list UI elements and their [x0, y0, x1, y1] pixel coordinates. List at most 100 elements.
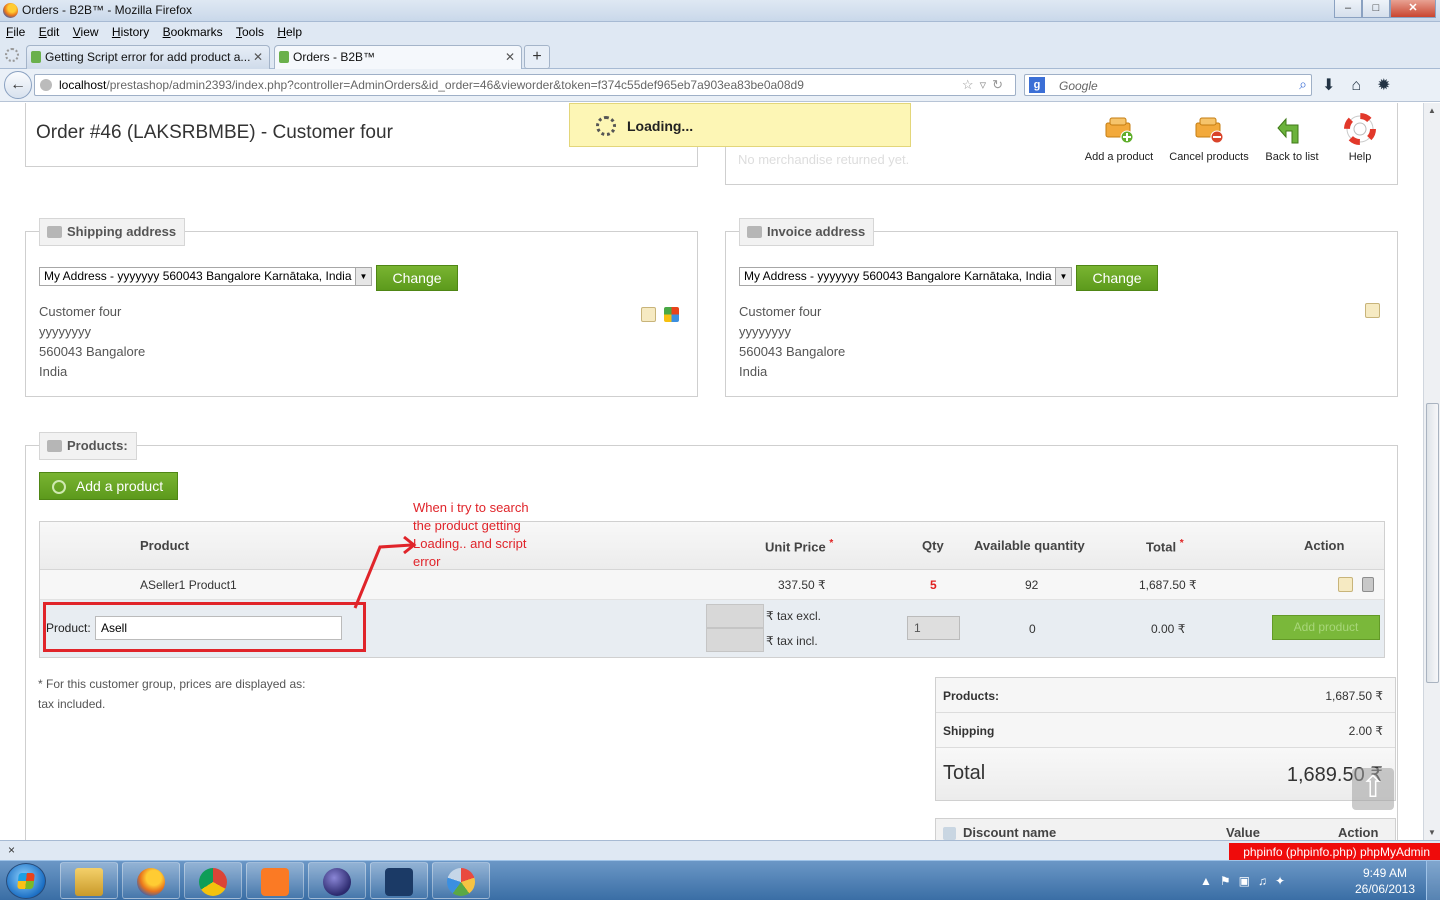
system-tray: ▲⚑▣♫✦	[1200, 874, 1293, 888]
taskbar-clock[interactable]: 9:49 AM 26/06/2013	[1346, 865, 1424, 897]
totals-products-label: Products:	[943, 689, 1000, 703]
help-button[interactable]: Help	[1320, 113, 1400, 163]
menu-tools[interactable]: Tools	[236, 22, 264, 42]
truck-icon	[47, 226, 62, 238]
tab-orders[interactable]: Orders - B2B™ ✕	[274, 45, 522, 69]
edit-pencil-icon[interactable]	[1338, 577, 1353, 592]
tax-note: * For this customer group, prices are di…	[38, 677, 306, 711]
menu-help[interactable]: Help	[277, 22, 302, 42]
invoice-country: India	[739, 364, 768, 379]
page-scrollbar[interactable]: ▲ ▼	[1423, 103, 1440, 840]
scroll-to-top-button[interactable]: ⇧	[1352, 768, 1394, 810]
invoice-line1: yyyyyyyy	[739, 324, 791, 339]
taskbar-paint[interactable]	[432, 862, 490, 899]
home-icon[interactable]: ⌂	[1351, 77, 1377, 94]
prestashop-favicon-icon	[31, 51, 41, 63]
lifebuoy-icon	[1344, 113, 1376, 145]
tax-excl-label: ₹ tax excl.	[766, 609, 821, 623]
menu-bar: File Edit View History Bookmarks Tools H…	[0, 22, 1440, 42]
shipping-address-select[interactable]: My Address - yyyyyyy 560043 Bangalore Ka…	[39, 267, 372, 286]
maximize-button[interactable]: □	[1362, 0, 1390, 18]
shipping-select-value: My Address - yyyyyyy 560043 Bangalore Ka…	[44, 269, 352, 283]
add-product-button[interactable]: Add a product	[39, 472, 178, 500]
taskbar-editor[interactable]	[370, 862, 428, 899]
edit-pencil-icon[interactable]	[641, 307, 656, 322]
col-qty: Qty	[922, 538, 944, 553]
new-total: 0.00 ₹	[1151, 622, 1186, 636]
menu-file[interactable]: File	[6, 22, 25, 42]
invoice-line2: 560043 Bangalore	[739, 344, 846, 359]
invoice-address-select[interactable]: My Address - yyyyyyy 560043 Bangalore Ka…	[739, 267, 1072, 286]
menu-view[interactable]: View	[73, 22, 99, 42]
back-button[interactable]: ←	[4, 71, 32, 99]
product-name: ASeller1 Product1	[140, 578, 237, 592]
reload-icon[interactable]: ↻	[992, 77, 1009, 92]
site-identity-icon[interactable]	[40, 79, 52, 91]
search-box[interactable]: g Google ⌕	[1024, 74, 1312, 96]
firefox-icon	[137, 868, 165, 896]
scrollbar-thumb[interactable]	[1426, 403, 1439, 683]
order-title: Order #46 (LAKSRBMBE) - Customer four	[36, 122, 393, 143]
tab-loading-icon	[5, 48, 19, 62]
new-tab-button[interactable]: +	[524, 45, 550, 69]
invoice-select-value: My Address - yyyyyyy 560043 Bangalore Ka…	[744, 269, 1052, 283]
tray-expand-icon[interactable]: ▲	[1200, 874, 1220, 888]
close-statusbar-icon[interactable]: ×	[8, 843, 15, 857]
help-label: Help	[1348, 151, 1372, 163]
taskbar-xampp[interactable]	[246, 862, 304, 899]
back-to-list-label: Back to list	[1265, 151, 1319, 163]
new-available: 0	[1029, 622, 1036, 636]
menu-bookmarks[interactable]: Bookmarks	[163, 22, 223, 42]
bookmark-star-icon[interactable]: ☆	[962, 77, 980, 92]
google-maps-icon[interactable]	[664, 307, 679, 322]
add-product-submit-button[interactable]: Add product	[1272, 615, 1380, 640]
google-engine-icon[interactable]: g	[1029, 77, 1045, 93]
add-product-toolbar-button[interactable]: Add a product	[1079, 113, 1159, 163]
start-button[interactable]	[6, 863, 46, 899]
close-window-button[interactable]: ✕	[1390, 0, 1436, 18]
show-desktop-button[interactable]	[1426, 861, 1440, 900]
taskbar-chrome[interactable]	[184, 862, 242, 899]
table-row: ASeller1 Product1 337.50 ₹ 5 92 1,687.50…	[40, 570, 1384, 600]
totals-shipping-label: Shipping	[943, 724, 995, 738]
navigation-bar: ← localhost/prestashop/admin2393/index.p…	[0, 69, 1440, 102]
tray-flag-icon[interactable]: ⚑	[1220, 874, 1239, 888]
close-tab-icon[interactable]: ✕	[505, 46, 515, 68]
price-tax-incl-input[interactable]	[706, 628, 764, 652]
delete-trash-icon[interactable]	[1362, 577, 1374, 592]
search-icon[interactable]: ⌕	[1299, 76, 1307, 93]
tray-security-icon[interactable]: ✦	[1275, 874, 1293, 888]
taskbar-eclipse[interactable]	[308, 862, 366, 899]
scroll-down-icon[interactable]: ▼	[1426, 828, 1438, 837]
debug-links[interactable]: phpinfo (phpinfo.php) phpMyAdmin	[1229, 843, 1440, 861]
tray-volume-icon[interactable]: ♫	[1258, 874, 1275, 888]
loading-spinner-icon	[596, 116, 616, 136]
product-qty: 5	[930, 578, 937, 592]
menu-history[interactable]: History	[112, 22, 149, 42]
downloads-icon[interactable]: ⬇	[1322, 77, 1351, 94]
menu-edit[interactable]: Edit	[39, 22, 60, 42]
price-tax-excl-input[interactable]	[706, 604, 764, 628]
taskbar-firefox[interactable]	[122, 862, 180, 899]
taskbar-explorer[interactable]	[60, 862, 118, 899]
tray-network-icon[interactable]: ▣	[1239, 874, 1258, 888]
col-unit-price: Unit Price *	[765, 538, 834, 555]
shipping-change-button[interactable]: Change	[376, 265, 458, 291]
cancel-products-button[interactable]: Cancel products	[1169, 113, 1249, 163]
edit-pencil-icon[interactable]	[1365, 303, 1380, 318]
totals-products-value: 1,687.50 ₹	[1325, 689, 1383, 703]
dropdown-arrow-icon[interactable]: ▿	[980, 77, 993, 92]
totals-shipping-value: 2.00 ₹	[1348, 724, 1383, 738]
folder-icon	[75, 868, 103, 896]
minimize-button[interactable]: –	[1334, 0, 1362, 18]
invoice-name: Customer four	[739, 304, 822, 319]
scroll-up-icon[interactable]: ▲	[1426, 106, 1438, 115]
close-tab-icon[interactable]: ✕	[253, 46, 263, 68]
quantity-input[interactable]: 1	[907, 616, 960, 640]
tab-getting-script-error[interactable]: Getting Script error for add product a..…	[26, 45, 270, 69]
eclipse-icon	[323, 868, 351, 896]
discounts-table-header: Discount name Value Action	[935, 818, 1396, 840]
addon-icon[interactable]: ✹	[1377, 77, 1406, 94]
url-bar[interactable]: localhost/prestashop/admin2393/index.php…	[34, 74, 1016, 96]
invoice-change-button[interactable]: Change	[1076, 265, 1158, 291]
